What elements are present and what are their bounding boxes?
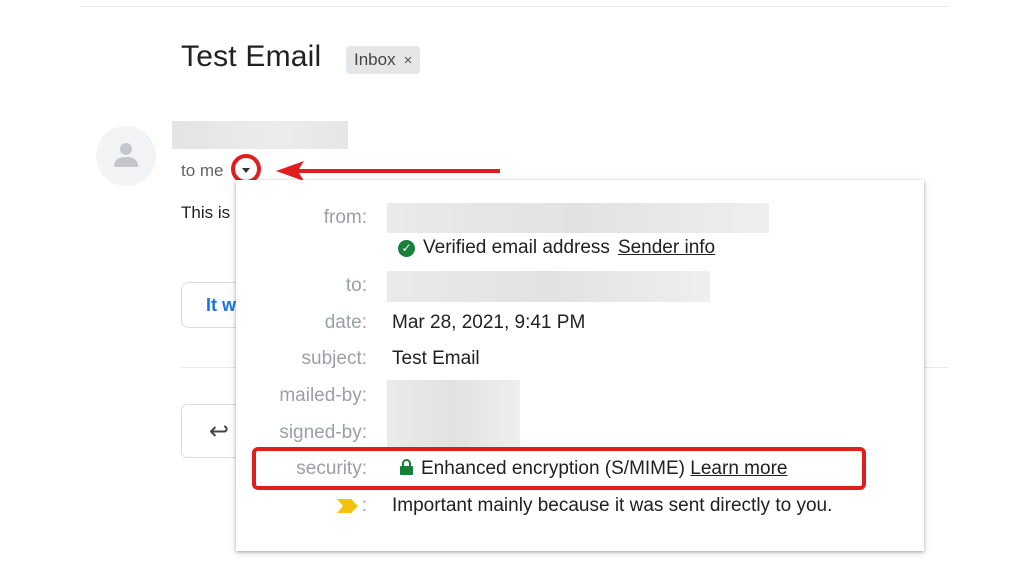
email-subject: Test Email <box>181 40 322 73</box>
importance-colon: : <box>361 495 367 516</box>
to-label: to: <box>345 275 367 296</box>
subject-label: subject: <box>301 348 367 369</box>
reply-icon: ↩ <box>209 418 230 445</box>
mailed-by-label: mailed-by: <box>279 385 367 406</box>
person-avatar-icon <box>114 143 138 167</box>
date-label: date: <box>324 312 367 333</box>
label-chip-text: Inbox <box>354 50 396 69</box>
verified-row: ✓ Verified email address Sender info <box>398 237 715 259</box>
check-circle-icon: ✓ <box>398 239 415 257</box>
subject-value: Test Email <box>392 348 480 369</box>
sender-name-redacted <box>172 121 348 149</box>
signed-by-label: signed-by: <box>279 422 367 443</box>
to-address-redacted <box>387 271 710 302</box>
security-highlight-box <box>252 447 866 490</box>
remove-label-icon[interactable]: × <box>404 52 413 69</box>
verified-text: Verified email address <box>423 237 610 258</box>
importance-marker-icon <box>337 499 358 513</box>
importance-text: Important mainly because it was sent dir… <box>392 495 833 516</box>
from-address-redacted <box>387 203 769 233</box>
message-details-popup: from: ✓ Verified email address Sender in… <box>236 180 924 551</box>
from-label: from: <box>323 207 367 228</box>
date-value: Mar 28, 2021, 9:41 PM <box>392 312 586 333</box>
domain-redacted <box>387 380 520 450</box>
to-me-label: to me <box>181 161 224 180</box>
inbox-label-chip[interactable]: Inbox × <box>346 46 421 74</box>
sender-info-link[interactable]: Sender info <box>618 237 715 259</box>
avatar[interactable] <box>96 126 156 186</box>
top-divider <box>80 6 948 7</box>
smart-reply-text: It w <box>206 295 236 315</box>
email-body-preview: This is <box>181 203 231 222</box>
